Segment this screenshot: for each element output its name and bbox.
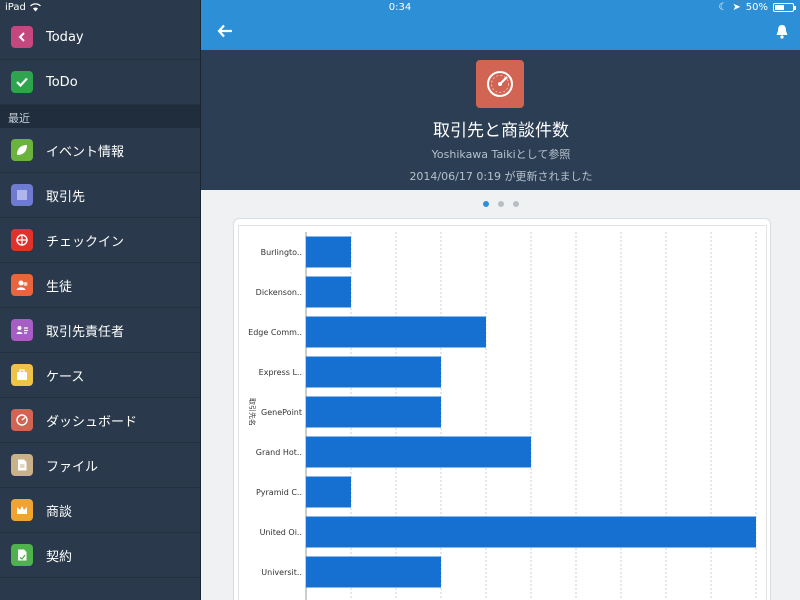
page-dot[interactable] bbox=[498, 201, 504, 207]
category-label: Pyramid C.. bbox=[256, 488, 302, 497]
sidebar-item-label: 取引先責任者 bbox=[46, 324, 125, 340]
y-axis-title: 取引先名 bbox=[248, 398, 257, 426]
updated-text: 2014/06/17 0:19 が更新されました bbox=[409, 170, 593, 183]
sidebar-item-accounts[interactable]: 取引先 bbox=[0, 173, 200, 218]
leaf-icon bbox=[11, 139, 33, 161]
crown-icon bbox=[11, 499, 33, 521]
sidebar-item-events[interactable]: イベント情報 bbox=[0, 128, 200, 173]
sidebar-item-todo[interactable]: ToDo bbox=[0, 60, 200, 105]
bar-chart: Burlingto.. Dickenson.. Edge Comm.. Express… bbox=[248, 232, 757, 600]
sidebar-item-checkin[interactable]: チェックイン bbox=[0, 218, 200, 263]
sidebar-item-label: ToDo bbox=[46, 74, 78, 90]
main-panel: 取引先と商談件数 Yoshikawa Taikiとして参照 2014/06/17… bbox=[200, 0, 800, 600]
chart-bar bbox=[306, 556, 441, 588]
sidebar-item-cases[interactable]: ケース bbox=[0, 353, 200, 398]
globe-icon bbox=[11, 229, 33, 251]
chart-card: Burlingto.. Dickenson.. Edge Comm.. Express… bbox=[233, 218, 771, 600]
back-arrow-icon bbox=[11, 26, 33, 48]
chart-bar bbox=[306, 476, 351, 508]
category-label: GenePoint bbox=[261, 408, 302, 417]
sidebar-item-label: 取引先 bbox=[46, 189, 86, 205]
category-label: Burlingto.. bbox=[261, 248, 302, 257]
page-title: 取引先と商談件数 bbox=[433, 121, 569, 141]
status-bar: iPad 0:34 ☾ ➤ 50% bbox=[0, 0, 800, 16]
battery-percent: 50% bbox=[745, 2, 768, 13]
sidebar-item-students[interactable]: 生徒 bbox=[0, 263, 200, 308]
gauge-icon bbox=[11, 409, 33, 431]
contract-icon bbox=[11, 544, 33, 566]
account-icon bbox=[11, 184, 33, 206]
battery-icon bbox=[773, 3, 796, 12]
sidebar-item-opportunities[interactable]: 商談 bbox=[0, 488, 200, 533]
student-icon bbox=[11, 274, 33, 296]
category-label: Universit.. bbox=[261, 568, 302, 577]
back-arrow-icon[interactable] bbox=[217, 24, 233, 38]
moon-icon: ☾ bbox=[718, 2, 728, 13]
sidebar-item-label: 生徒 bbox=[46, 279, 73, 295]
chart-bar bbox=[306, 436, 531, 468]
sidebar-item-label: ケース bbox=[46, 369, 85, 385]
recent-section-header: 最近 bbox=[0, 105, 200, 128]
page-indicator[interactable] bbox=[201, 201, 800, 207]
category-label: United Oi.. bbox=[260, 528, 302, 537]
gauge-icon bbox=[476, 60, 524, 108]
dashboard-header: 取引先と商談件数 Yoshikawa Taikiとして参照 2014/06/17… bbox=[201, 50, 800, 190]
sidebar-item-label: ダッシュボード bbox=[46, 414, 138, 430]
viewer-text: Yoshikawa Taikiとして参照 bbox=[431, 148, 571, 161]
chart-bar bbox=[306, 236, 351, 268]
category-label: Dickenson.. bbox=[256, 288, 302, 297]
chart-bar bbox=[306, 396, 441, 428]
category-label: Express L.. bbox=[259, 368, 302, 377]
sidebar: Today ToDo 最近 イベント情報 取引先 チェックイン 生徒 取引先責任… bbox=[0, 0, 200, 600]
chart-bar bbox=[306, 316, 486, 348]
page-dot[interactable] bbox=[483, 201, 489, 207]
bell-icon[interactable] bbox=[775, 24, 789, 39]
chart-bar bbox=[306, 516, 756, 548]
category-label: Edge Comm.. bbox=[248, 328, 302, 337]
chart-bar bbox=[306, 356, 441, 388]
chart-bar bbox=[306, 276, 351, 308]
page-dot[interactable] bbox=[513, 201, 519, 207]
sidebar-item-dashboards[interactable]: ダッシュボード bbox=[0, 398, 200, 443]
sidebar-item-today[interactable]: Today bbox=[0, 15, 200, 60]
sidebar-item-label: 契約 bbox=[46, 549, 73, 565]
sidebar-item-files[interactable]: ファイル bbox=[0, 443, 200, 488]
file-icon bbox=[11, 454, 33, 476]
sidebar-item-label: Today bbox=[46, 29, 84, 45]
briefcase-icon bbox=[11, 364, 33, 386]
sidebar-item-label: 商談 bbox=[46, 504, 73, 520]
check-icon bbox=[11, 71, 33, 93]
contact-card-icon bbox=[11, 319, 33, 341]
sidebar-item-label: チェックイン bbox=[46, 234, 125, 250]
sidebar-item-contacts[interactable]: 取引先責任者 bbox=[0, 308, 200, 353]
sidebar-item-label: イベント情報 bbox=[46, 144, 125, 160]
clock: 0:34 bbox=[388, 2, 412, 13]
sidebar-item-contracts[interactable]: 契約 bbox=[0, 533, 200, 578]
location-arrow-icon: ➤ bbox=[732, 2, 741, 13]
chart-container: Burlingto.. Dickenson.. Edge Comm.. Express… bbox=[238, 225, 767, 600]
sidebar-item-label: ファイル bbox=[46, 459, 99, 475]
category-label: Grand Hot.. bbox=[256, 448, 302, 457]
